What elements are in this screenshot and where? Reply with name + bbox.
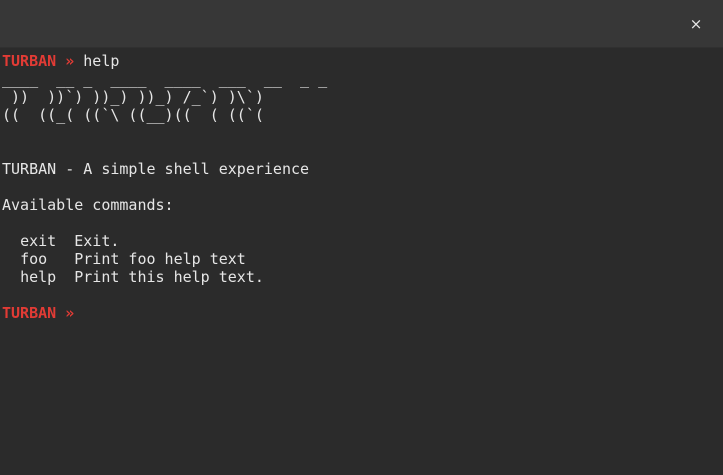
terminal-window: × TURBAN » help ____ __ _ ____ ____ ___ … [0,0,723,475]
entered-command: help [83,52,120,70]
prompt-arrow-icon: » [65,52,75,70]
command-desc: Print foo help text [74,250,246,268]
command-row: exit Exit. [2,232,718,250]
command-name: exit [20,232,57,250]
command-desc: Exit. [74,232,120,250]
command-row: help Print this help text. [2,268,718,286]
prompt-label: TURBAN [2,52,57,70]
command-line-entry: TURBAN » help [2,52,718,70]
command-row: foo Print foo help text [2,250,718,268]
active-prompt[interactable]: TURBAN » [2,304,718,322]
banner-line-2: )) ))`) ))_) ))_) /_`) )\`) [2,88,264,106]
shell-description: TURBAN - A simple shell experience [2,160,310,178]
banner-line-1: ____ __ _ ____ ____ ___ __ _ _ [2,70,328,88]
close-icon[interactable]: × [683,11,709,37]
command-name: help [20,268,57,286]
prompt-label: TURBAN [2,304,57,322]
banner-line-3: (( ((_( ((`\ ((__)(( ( ((`( [2,106,264,124]
prompt-arrow-icon: » [65,304,75,322]
command-desc: Print this help text. [74,268,264,286]
commands-header: Available commands: [2,196,174,214]
title-bar: × [0,0,723,48]
command-name: foo [20,250,48,268]
terminal-output[interactable]: TURBAN » help ____ __ _ ____ ____ ___ __… [2,52,718,322]
